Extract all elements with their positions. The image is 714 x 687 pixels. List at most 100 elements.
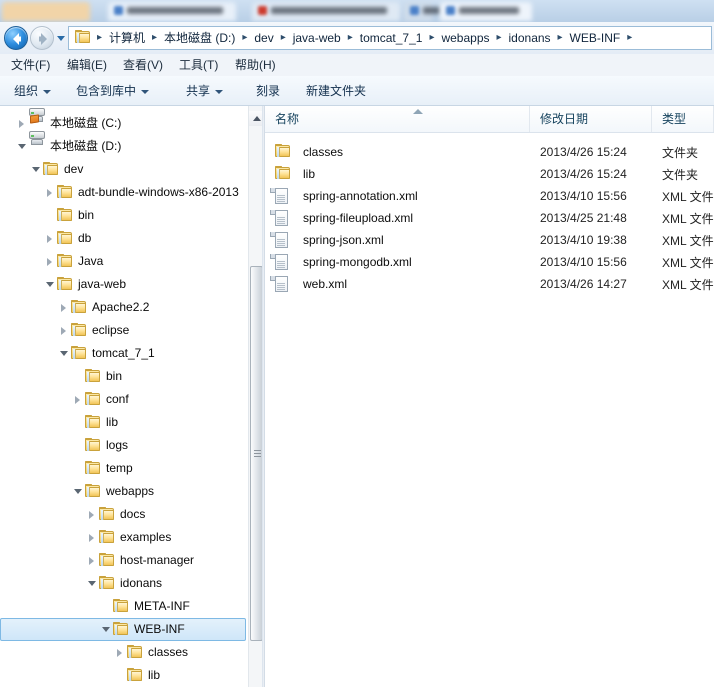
chevron-down-icon <box>215 89 224 94</box>
tree-item-webapps[interactable]: webapps <box>0 480 248 503</box>
column-header-name[interactable]: 名称 <box>265 106 530 132</box>
tree-item-examples[interactable]: examples <box>0 526 248 549</box>
breadcrumb-separator-icon[interactable]: ▸ <box>277 28 290 48</box>
tree-item-meta-inf[interactable]: META-INF <box>0 595 248 618</box>
back-button[interactable] <box>4 26 28 50</box>
folder-icon <box>99 552 115 569</box>
tree-item-web-inf[interactable]: WEB-INF <box>0 618 248 641</box>
expand-triangle-icon[interactable] <box>42 250 57 273</box>
folder-icon <box>71 345 87 362</box>
tree-item-eclipse[interactable]: eclipse <box>0 319 248 342</box>
menu-h[interactable]: 帮助(H) <box>230 56 281 74</box>
expand-triangle-icon[interactable] <box>56 319 71 342</box>
menu-t[interactable]: 工具(T) <box>174 56 223 74</box>
column-header-type[interactable]: 类型 <box>652 106 714 132</box>
breadcrumb-item-8[interactable]: WEB-INF <box>567 28 624 48</box>
tree-item-label: logs <box>106 438 129 452</box>
menu-e[interactable]: 编辑(E) <box>62 56 112 74</box>
expand-triangle-icon[interactable] <box>84 503 99 526</box>
tree-item-label: 本地磁盘 (D:) <box>50 139 122 153</box>
breadcrumb-separator-icon[interactable]: ▸ <box>93 28 106 48</box>
organize-button[interactable]: 组织 <box>8 81 57 102</box>
breadcrumb-separator-icon[interactable]: ▸ <box>554 28 567 48</box>
file-list-row[interactable]: spring-mongodb.xml 2013/4/10 15:56 XML 文件 <box>265 251 714 273</box>
collapse-triangle-icon[interactable] <box>14 135 29 158</box>
column-header-date-modified[interactable]: 修改日期 <box>530 106 652 132</box>
forward-button[interactable] <box>30 26 54 50</box>
breadcrumb-separator-icon[interactable]: ▸ <box>148 28 161 48</box>
tree-item-bin[interactable]: bin <box>0 204 248 227</box>
breadcrumb-separator-icon[interactable]: ▸ <box>344 28 357 48</box>
burn-button[interactable]: 刻录 <box>250 81 286 102</box>
tree-item-bin[interactable]: bin <box>0 365 248 388</box>
expand-triangle-icon[interactable] <box>42 227 57 250</box>
collapse-triangle-icon[interactable] <box>56 342 71 365</box>
breadcrumb-separator-icon[interactable]: ▸ <box>623 28 636 48</box>
menu-v[interactable]: 查看(V) <box>118 56 168 74</box>
collapse-triangle-icon[interactable] <box>70 480 85 503</box>
expand-triangle-icon[interactable] <box>112 641 127 664</box>
tree-scrollbar[interactable] <box>248 106 264 687</box>
share-button[interactable]: 共享 <box>180 81 229 102</box>
menu-f[interactable]: 文件(F) <box>6 56 55 74</box>
expand-triangle-icon[interactable] <box>84 526 99 549</box>
expand-triangle-icon[interactable] <box>84 549 99 572</box>
breadcrumb-separator-icon[interactable]: ▸ <box>238 28 251 48</box>
folder-icon <box>113 621 129 638</box>
address-bar: ▸ 计算机 ▸ 本地磁盘 (D:) ▸ dev ▸ java-web ▸ tomcat_7_1 ▸ w… <box>0 22 714 54</box>
file-list-row[interactable]: classes 2013/4/26 15:24 文件夹 <box>265 141 714 163</box>
breadcrumb-item-7[interactable]: idonans <box>506 28 554 48</box>
tree-item-idonans[interactable]: idonans <box>0 572 248 595</box>
navigation-tree[interactable]: 本地磁盘 (C:) 本地磁盘 (D:) dev adt-bundle-windows-… <box>0 106 248 687</box>
tree-item-lib[interactable]: lib <box>0 411 248 434</box>
breadcrumb-separator-icon[interactable]: ▸ <box>425 28 438 48</box>
command-toolbar: 组织 包含到库中 共享 刻录 新建文件夹 <box>0 76 714 106</box>
breadcrumb-item-5[interactable]: tomcat_7_1 <box>357 28 426 48</box>
tree-item-java[interactable]: Java <box>0 250 248 273</box>
include-in-library-button[interactable]: 包含到库中 <box>70 81 155 102</box>
file-list-row[interactable]: spring-json.xml 2013/4/10 19:38 XML 文件 <box>265 229 714 251</box>
background-tab-title <box>271 7 387 14</box>
new-folder-button[interactable]: 新建文件夹 <box>300 81 372 102</box>
collapse-triangle-icon[interactable] <box>98 618 113 641</box>
expand-triangle-icon[interactable] <box>70 388 85 411</box>
breadcrumb-item-1[interactable]: 计算机 <box>106 28 148 48</box>
file-list-row[interactable]: lib 2013/4/26 15:24 文件夹 <box>265 163 714 185</box>
collapse-triangle-icon[interactable] <box>28 158 43 181</box>
tree-item-d[interactable]: 本地磁盘 (D:) <box>0 130 248 158</box>
collapse-triangle-icon[interactable] <box>84 572 99 595</box>
tree-item-java-web[interactable]: java-web <box>0 273 248 296</box>
xml-document-icon <box>270 188 291 204</box>
breadcrumb-item-3[interactable]: dev <box>251 28 276 48</box>
tree-item-docs[interactable]: docs <box>0 503 248 526</box>
tree-item-adt-bundle-windows-x86-2013[interactable]: adt-bundle-windows-x86-2013 <box>0 181 248 204</box>
folder-icon <box>113 598 129 615</box>
breadcrumb[interactable]: ▸ 计算机 ▸ 本地磁盘 (D:) ▸ dev ▸ java-web ▸ tomcat_7_1 ▸ w… <box>68 26 712 50</box>
recent-pages-dropdown-icon[interactable] <box>57 36 65 41</box>
tree-item-lib[interactable]: lib <box>0 664 248 687</box>
expand-triangle-icon[interactable] <box>42 181 57 204</box>
expand-triangle-icon[interactable] <box>14 112 29 135</box>
tree-item-temp[interactable]: temp <box>0 457 248 480</box>
collapse-triangle-icon[interactable] <box>42 273 57 296</box>
tree-item-host-manager[interactable]: host-manager <box>0 549 248 572</box>
breadcrumb-item-2[interactable]: 本地磁盘 (D:) <box>161 28 238 48</box>
file-list-row[interactable]: web.xml 2013/4/26 14:27 XML 文件 <box>265 273 714 295</box>
breadcrumb-separator-icon[interactable]: ▸ <box>493 28 506 48</box>
tree-item-db[interactable]: db <box>0 227 248 250</box>
tree-item-label: dev <box>64 162 84 176</box>
expand-triangle-icon[interactable] <box>56 296 71 319</box>
breadcrumb-item-6[interactable]: webapps <box>438 28 492 48</box>
file-list-row[interactable]: spring-fileupload.xml 2013/4/25 21:48 XML … <box>265 207 714 229</box>
tree-item-logs[interactable]: logs <box>0 434 248 457</box>
tree-item-tomcat-7-1[interactable]: tomcat_7_1 <box>0 342 248 365</box>
tree-item-apache2-2[interactable]: Apache2.2 <box>0 296 248 319</box>
file-list-pane[interactable]: 名称 修改日期 类型 classes 2013/4/26 15:24 文件夹 lib 201… <box>265 106 714 687</box>
file-type-cell: 文件夹 <box>662 145 699 160</box>
file-list-row[interactable]: spring-annotation.xml 2013/4/10 15:56 XML … <box>265 185 714 207</box>
tree-item-label: idonans <box>120 576 163 590</box>
breadcrumb-item-4[interactable]: java-web <box>290 28 344 48</box>
tree-item-classes[interactable]: classes <box>0 641 248 664</box>
tree-item-conf[interactable]: conf <box>0 388 248 411</box>
tree-item-dev[interactable]: dev <box>0 158 248 181</box>
